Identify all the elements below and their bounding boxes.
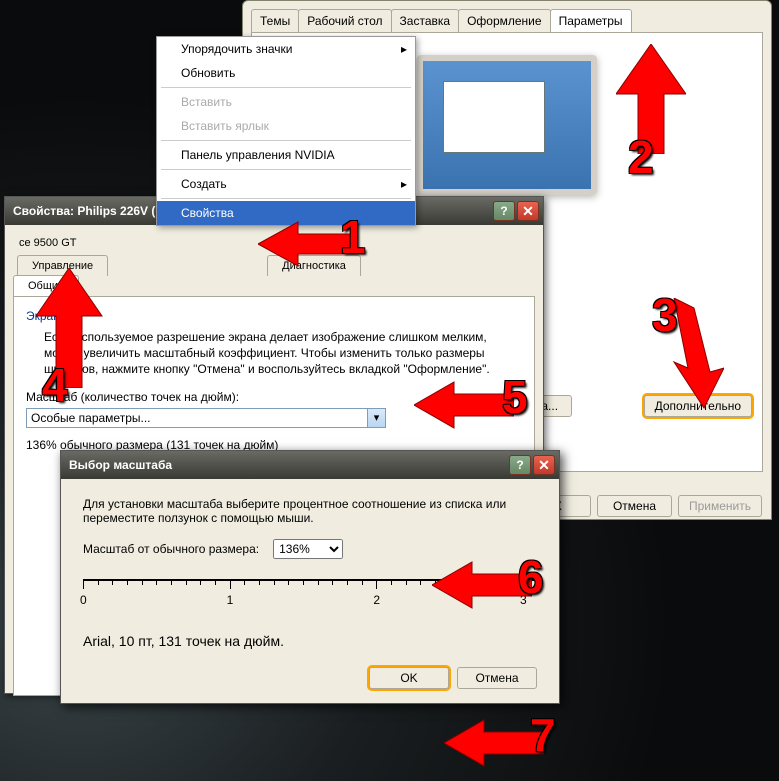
tab-screensaver[interactable]: Заставка bbox=[391, 9, 460, 32]
tab-appearance[interactable]: Оформление bbox=[458, 9, 550, 32]
apply-button[interactable]: Применить bbox=[678, 495, 762, 517]
context-menu-item: Вставить bbox=[157, 90, 415, 114]
monitor-preview[interactable] bbox=[417, 55, 597, 195]
ruler-mark: 3 bbox=[520, 593, 527, 607]
tab-settings[interactable]: Параметры bbox=[550, 9, 632, 32]
screen-group-label: Экран bbox=[26, 309, 522, 323]
dpi-scale-value[interactable] bbox=[26, 408, 368, 428]
ruler-mark: 0 bbox=[80, 593, 87, 607]
scale-percent-select[interactable]: 136% bbox=[273, 539, 343, 559]
advanced-button[interactable]: Дополнительно bbox=[644, 395, 752, 417]
close-icon[interactable]: ✕ bbox=[533, 455, 555, 475]
dpi-paragraph: Если используемое разрешение экрана дела… bbox=[44, 329, 522, 378]
scale-dialog-titlebar[interactable]: Выбор масштаба ? ✕ bbox=[61, 451, 559, 479]
context-menu-item[interactable]: Свойства bbox=[157, 201, 415, 225]
cancel-button[interactable]: Отмена bbox=[597, 495, 672, 517]
context-menu-separator bbox=[161, 198, 411, 199]
tab-themes[interactable]: Темы bbox=[251, 9, 299, 32]
context-menu-item[interactable]: Создать bbox=[157, 172, 415, 196]
adapter-tab-diagnostics[interactable]: Диагностика bbox=[267, 255, 361, 276]
ruler-mark: 2 bbox=[373, 593, 380, 607]
adapter-header-line: ce 9500 GT bbox=[13, 233, 535, 255]
context-menu-separator bbox=[161, 87, 411, 88]
ruler-mark: 1 bbox=[227, 593, 234, 607]
close-icon[interactable]: ✕ bbox=[517, 201, 539, 221]
context-menu-separator bbox=[161, 140, 411, 141]
tab-desktop[interactable]: Рабочий стол bbox=[298, 9, 391, 32]
scale-cancel-button[interactable]: Отмена bbox=[457, 667, 537, 689]
context-menu-item[interactable]: Упорядочить значки bbox=[157, 37, 415, 61]
scale-ok-button[interactable]: OK bbox=[369, 667, 449, 689]
context-menu-item: Вставить ярлык bbox=[157, 114, 415, 138]
context-menu-item[interactable]: Обновить bbox=[157, 61, 415, 85]
help-icon[interactable]: ? bbox=[509, 455, 531, 475]
display-tab-strip: Темы Рабочий стол Заставка Оформление Па… bbox=[243, 1, 771, 32]
adapter-tab-general[interactable]: Общие bbox=[13, 275, 79, 296]
scale-ruler[interactable]: 0 1 2 3 bbox=[83, 573, 537, 623]
desktop-context-menu: Упорядочить значкиОбновить ВставитьВстави… bbox=[156, 36, 416, 226]
adapter-tab-management[interactable]: Управление bbox=[17, 255, 108, 276]
help-icon[interactable]: ? bbox=[493, 201, 515, 221]
context-menu-item[interactable]: Панель управления NVIDIA bbox=[157, 143, 415, 167]
context-menu-separator bbox=[161, 169, 411, 170]
scale-instructions: Для установки масштаба выберите процентн… bbox=[83, 497, 537, 525]
scale-select-dialog: Выбор масштаба ? ✕ Для установки масштаб… bbox=[60, 450, 560, 704]
scale-sample-text: Arial, 10 пт, 131 точек на дюйм. bbox=[83, 633, 537, 649]
dpi-scale-label: Масштаб (количество точек на дюйм): bbox=[26, 390, 522, 404]
dpi-scale-combo[interactable]: ▾ bbox=[26, 408, 386, 428]
chevron-down-icon[interactable]: ▾ bbox=[368, 408, 386, 428]
scale-percent-label: Масштаб от обычного размера: bbox=[83, 542, 259, 556]
scale-dialog-title: Выбор масштаба bbox=[69, 458, 509, 472]
